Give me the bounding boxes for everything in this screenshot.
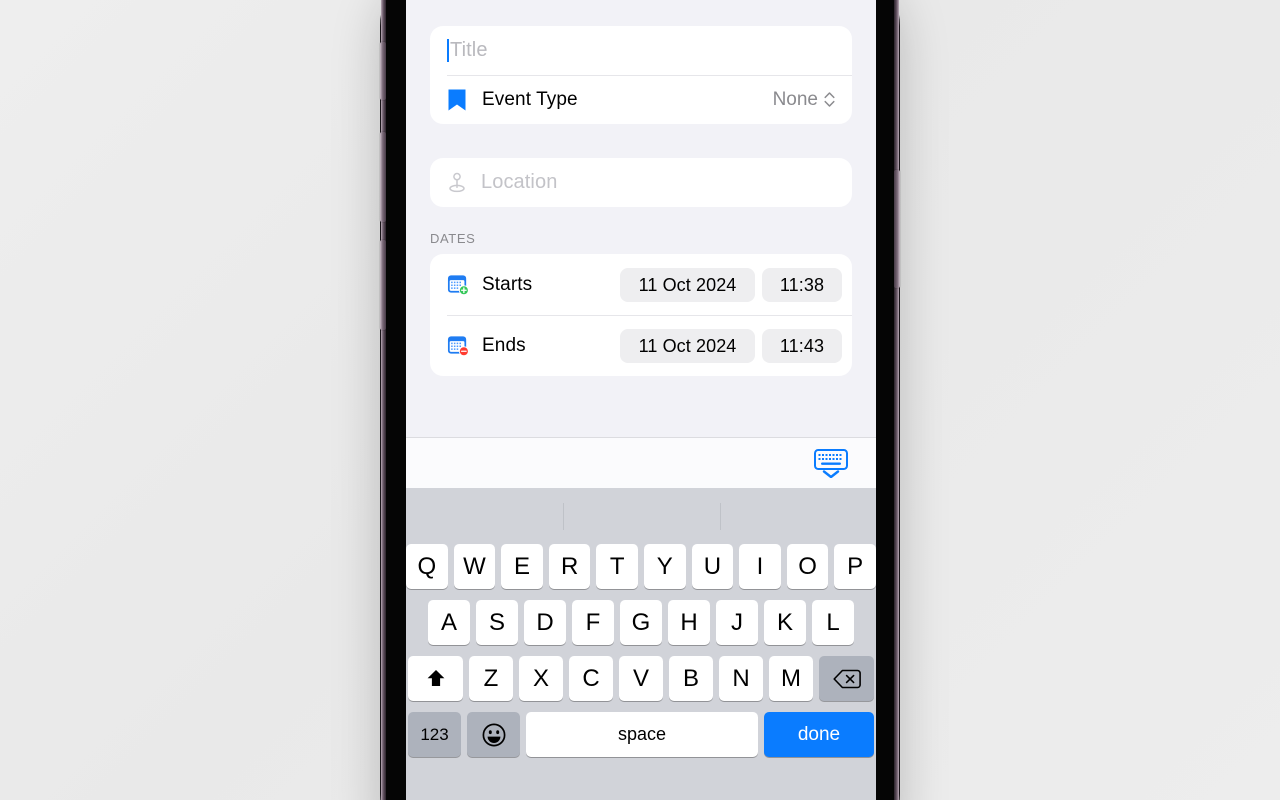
key-x[interactable]: X (519, 656, 563, 701)
key-b[interactable]: B (669, 656, 713, 701)
key-c[interactable]: C (569, 656, 613, 701)
form-scroll-area[interactable]: Title Event Type None Location DATES Sta… (406, 0, 876, 437)
keyboard-row-3: Z X C V B N M (406, 656, 876, 701)
event-type-row[interactable]: Event Type None (430, 75, 852, 124)
calendar-badge-plus-icon (447, 275, 469, 296)
event-type-label: Event Type (482, 88, 578, 110)
power-button[interactable] (894, 170, 900, 288)
keyboard-chevron-down-icon[interactable] (812, 448, 850, 478)
title-input-row[interactable]: Title (430, 26, 852, 75)
keyboard-accessory-toolbar (406, 437, 876, 488)
predictive-divider-1 (563, 503, 564, 530)
key-m[interactable]: M (769, 656, 813, 701)
starts-time-chip[interactable]: 11:38 (762, 267, 842, 302)
chevron-up-down-icon (824, 92, 835, 107)
ends-label: Ends (482, 334, 526, 356)
text-cursor-icon (447, 39, 449, 62)
shift-fill-icon (427, 669, 444, 686)
ends-time-chip[interactable]: 11:43 (762, 328, 842, 363)
dates-section-header: DATES (430, 231, 476, 246)
ends-date-chip[interactable]: 11 Oct 2024 (620, 328, 755, 363)
key-t[interactable]: T (596, 544, 638, 589)
predictive-divider-2 (720, 503, 721, 530)
key-s[interactable]: S (476, 600, 518, 645)
key-e[interactable]: E (501, 544, 543, 589)
ends-chips: 11 Oct 2024 11:43 (620, 328, 842, 363)
key-h[interactable]: H (668, 600, 710, 645)
emoji-key[interactable] (467, 712, 520, 757)
key-f[interactable]: F (572, 600, 614, 645)
location-input-row[interactable]: Location (430, 158, 852, 207)
key-q[interactable]: Q (406, 544, 448, 589)
event-type-value: None (772, 88, 818, 110)
volume-up-button[interactable] (380, 132, 386, 222)
event-type-value-group[interactable]: None (773, 89, 835, 111)
phone-frame-right (894, 0, 899, 800)
calendar-badge-minus-icon (447, 336, 469, 357)
starts-row[interactable]: Starts 11 Oct 2024 11:38 (430, 254, 852, 315)
phone-frame-left (381, 0, 386, 800)
starts-label: Starts (482, 273, 533, 295)
key-n[interactable]: N (719, 656, 763, 701)
key-a[interactable]: A (428, 600, 470, 645)
mute-switch[interactable] (380, 42, 386, 100)
key-j[interactable]: J (716, 600, 758, 645)
location-placeholder: Location (481, 171, 558, 193)
title-and-type-card: Title Event Type None (430, 26, 852, 124)
phone-screen: Title Event Type None Location DATES Sta… (406, 0, 876, 800)
backspace-key[interactable] (819, 656, 874, 701)
keyboard-row-4: 123 space done (406, 712, 876, 757)
starts-date-chip[interactable]: 11 Oct 2024 (620, 267, 755, 302)
key-l[interactable]: L (812, 600, 854, 645)
numbers-key[interactable]: 123 (408, 712, 461, 757)
predictive-text-bar[interactable] (406, 488, 876, 544)
done-key[interactable]: done (764, 712, 874, 757)
key-d[interactable]: D (524, 600, 566, 645)
title-placeholder: Title (450, 39, 488, 61)
shift-key[interactable] (408, 656, 463, 701)
title-input[interactable]: Title (447, 39, 488, 62)
keyboard-row-1: Q W E R T Y U I O P (406, 544, 876, 589)
volume-down-button[interactable] (380, 240, 386, 330)
key-w[interactable]: W (453, 544, 496, 589)
onscreen-keyboard: Q W E R T Y U I O P A S D F G H J K L Z … (406, 488, 876, 800)
ends-row[interactable]: Ends 11 Oct 2024 11:43 (430, 315, 852, 376)
phone-device: Title Event Type None Location DATES Sta… (380, 0, 900, 800)
key-o[interactable]: O (786, 544, 829, 589)
keyboard-row-2: A S D F G H J K L (406, 600, 876, 645)
key-v[interactable]: V (619, 656, 663, 701)
key-r[interactable]: R (548, 544, 591, 589)
key-g[interactable]: G (620, 600, 662, 645)
smiley-face-icon (482, 723, 505, 746)
delete-left-icon (832, 669, 861, 688)
bookmark-icon (448, 89, 466, 110)
key-z[interactable]: Z (469, 656, 513, 701)
new-event-form: Title Event Type None Location DATES Sta… (406, 0, 876, 800)
screenshot-canvas: Title Event Type None Location DATES Sta… (0, 0, 1280, 800)
starts-chips: 11 Oct 2024 11:38 (620, 267, 842, 302)
key-u[interactable]: U (691, 544, 734, 589)
dates-card: Starts 11 Oct 2024 11:38 Ends 11 Oct 202… (430, 254, 852, 376)
mappin-and-ellipse-icon (449, 172, 465, 192)
key-y[interactable]: Y (644, 544, 686, 589)
key-k[interactable]: K (764, 600, 806, 645)
key-i[interactable]: I (739, 544, 781, 589)
space-key[interactable]: space (526, 712, 758, 757)
key-p[interactable]: P (834, 544, 876, 589)
